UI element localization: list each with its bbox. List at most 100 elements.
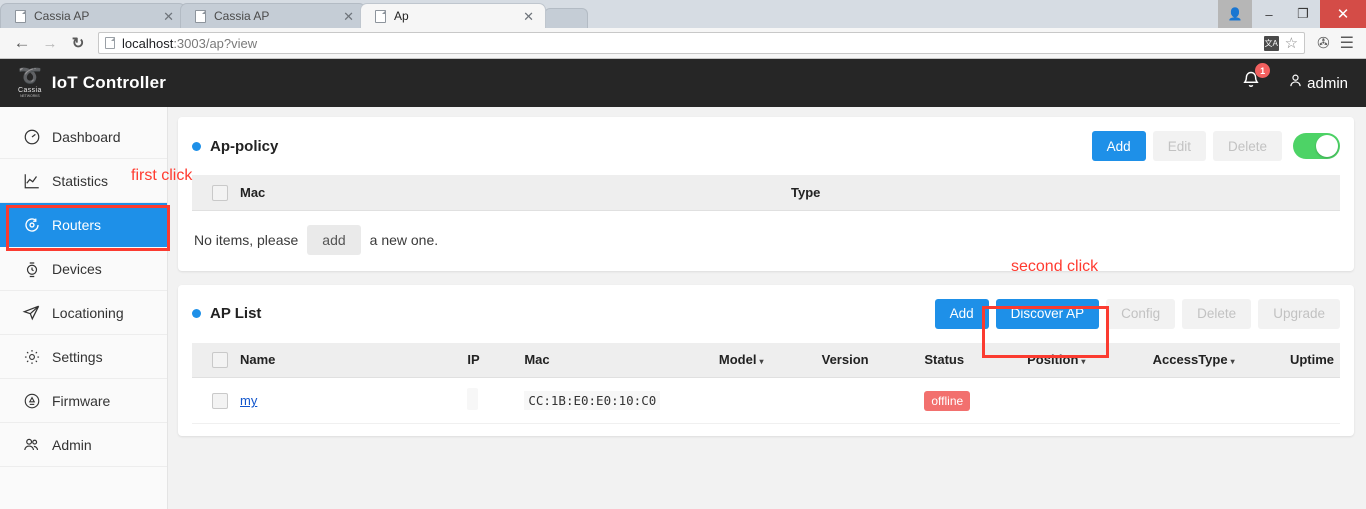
- user-name: admin: [1307, 74, 1348, 92]
- url-host: localhost: [122, 35, 174, 51]
- sidebar-item-statistics[interactable]: Statistics: [0, 159, 167, 203]
- sidebar-item-dashboard[interactable]: Dashboard: [0, 115, 167, 159]
- column-header-position[interactable]: Position ▾: [1021, 342, 1147, 379]
- ap-list-add-button[interactable]: Add: [934, 298, 989, 329]
- column-header-accesstype[interactable]: AccessType ▾: [1146, 342, 1284, 379]
- ap-policy-empty-state: No items, please add a new one.: [192, 211, 1340, 259]
- extension-icon[interactable]: ✇: [1317, 34, 1330, 52]
- empty-state-prefix: No items, please: [194, 231, 299, 248]
- ap-policy-inline-add-button[interactable]: add: [307, 224, 361, 255]
- ap-list-table: Name IP Mac Model ▾ Version Status Positi…: [192, 342, 1340, 425]
- page-info-icon: [105, 37, 115, 49]
- ap-list-delete-button[interactable]: Delete: [1182, 298, 1252, 329]
- browser-menu-icon[interactable]: ☰: [1336, 33, 1358, 53]
- ap-policy-actions: Add Edit Delete: [1091, 131, 1340, 161]
- column-header-mac[interactable]: Mac: [234, 175, 786, 211]
- forward-icon[interactable]: →: [36, 29, 64, 57]
- ap-policy-header: Ap-policy Add Edit Delete: [192, 131, 1340, 161]
- close-icon[interactable]: ✕: [520, 10, 537, 23]
- sidebar-item-firmware[interactable]: Firmware: [0, 379, 167, 423]
- close-window-icon[interactable]: ✕: [1320, 0, 1366, 28]
- cell-name: my: [234, 377, 462, 425]
- tab-title: Ap: [394, 9, 409, 23]
- logo-mark-icon: ➰: [18, 66, 42, 88]
- users-icon: [22, 435, 41, 454]
- sidebar: Dashboard Statistics Routers Devices Loc…: [0, 107, 168, 509]
- translate-icon[interactable]: 文A: [1263, 35, 1279, 51]
- app-header: ➰ Cassia NETWORKS IoT Controller 1 admin: [0, 59, 1366, 107]
- column-header-model[interactable]: Model ▾: [712, 342, 816, 379]
- ap-policy-edit-button[interactable]: Edit: [1152, 131, 1206, 161]
- ap-list-panel: AP List Add Discover AP Config Delete Up…: [178, 284, 1354, 437]
- user-menu[interactable]: admin: [1287, 72, 1348, 94]
- omnibox-icons: 文A ☆: [1263, 35, 1298, 51]
- browser-tab-3-active[interactable]: Ap ✕: [360, 3, 546, 28]
- user-icon: [1287, 72, 1304, 94]
- sidebar-item-label: Firmware: [52, 392, 111, 409]
- back-icon[interactable]: ←: [8, 29, 36, 57]
- address-bar[interactable]: localhost :3003/ap?view 文A ☆: [98, 32, 1306, 54]
- ap-policy-add-button[interactable]: Add: [1091, 131, 1146, 161]
- sidebar-item-routers[interactable]: Routers: [0, 203, 167, 247]
- ap-policy-panel: Ap-policy Add Edit Delete Mac Type No it…: [178, 117, 1354, 271]
- column-header-mac[interactable]: Mac: [518, 342, 713, 379]
- column-header-type[interactable]: Type: [785, 175, 1340, 211]
- watch-icon: [22, 259, 41, 278]
- maximize-icon[interactable]: ❐: [1286, 0, 1320, 28]
- profile-icon[interactable]: 👤: [1218, 0, 1252, 28]
- sidebar-item-label: Dashboard: [52, 128, 121, 145]
- ap-list-actions: Add Discover AP Config Delete Upgrade: [934, 298, 1340, 329]
- firmware-icon: [22, 391, 41, 410]
- window-controls: 👤 – ❐ ✕: [1218, 0, 1366, 28]
- minimize-icon[interactable]: –: [1252, 0, 1286, 28]
- column-header-name[interactable]: Name: [234, 342, 462, 379]
- column-header-ip[interactable]: IP: [461, 342, 519, 379]
- new-tab-button[interactable]: [544, 8, 588, 28]
- ap-list-table-body: my CC:1B:E0:E0:10:C0 offline: [192, 377, 1340, 425]
- close-icon[interactable]: ✕: [340, 10, 357, 23]
- ap-policy-delete-button[interactable]: Delete: [1212, 131, 1282, 161]
- logo-subtext: NETWORKS: [20, 94, 40, 99]
- sidebar-item-label: Statistics: [52, 172, 109, 189]
- cell-model: [712, 377, 816, 425]
- column-label: AccessType: [1152, 352, 1228, 368]
- table-header-row: Mac Type: [192, 175, 1340, 211]
- sidebar-item-devices[interactable]: Devices: [0, 247, 167, 291]
- ap-list-upgrade-button[interactable]: Upgrade: [1258, 298, 1340, 329]
- app-body: Dashboard Statistics Routers Devices Loc…: [0, 107, 1366, 509]
- sidebar-item-settings[interactable]: Settings: [0, 335, 167, 379]
- ap-list-config-button[interactable]: Config: [1106, 298, 1176, 329]
- browser-tab-1[interactable]: Cassia AP ✕: [0, 3, 186, 28]
- page-icon: [195, 9, 206, 23]
- select-all-checkbox[interactable]: [212, 352, 228, 369]
- bookmark-star-icon[interactable]: ☆: [1285, 36, 1298, 51]
- header-actions: 1 admin: [1241, 63, 1348, 96]
- tab-title: Cassia AP: [214, 9, 270, 23]
- browser-toolbar: ← → ↻ localhost :3003/ap?view 文A ☆ ✇ ☰: [0, 28, 1366, 59]
- sidebar-item-locationing[interactable]: Locationing: [0, 291, 167, 335]
- discover-ap-button[interactable]: Discover AP: [995, 298, 1100, 329]
- cell-ip: [461, 377, 519, 425]
- main-content: Ap-policy Add Edit Delete Mac Type No it…: [168, 107, 1366, 509]
- column-header-status[interactable]: Status: [918, 342, 1022, 379]
- close-icon[interactable]: ✕: [160, 10, 177, 23]
- table-row[interactable]: my CC:1B:E0:E0:10:C0 offline: [192, 377, 1340, 425]
- column-label: Model: [718, 352, 757, 368]
- row-checkbox[interactable]: [212, 392, 228, 409]
- column-header-uptime[interactable]: Uptime: [1283, 342, 1340, 379]
- ap-policy-toggle[interactable]: [1293, 133, 1340, 159]
- empty-state-suffix: a new one.: [369, 231, 439, 248]
- notifications-button[interactable]: 1: [1241, 63, 1271, 96]
- select-all-header: [192, 175, 234, 211]
- row-select-cell: [192, 377, 234, 425]
- sidebar-item-admin[interactable]: Admin: [0, 423, 167, 467]
- column-header-version[interactable]: Version: [815, 342, 919, 379]
- ap-name-link[interactable]: my: [240, 393, 257, 408]
- browser-tab-2[interactable]: Cassia AP ✕: [180, 3, 366, 28]
- router-ring-icon: [22, 215, 41, 234]
- cell-accesstype: [1146, 377, 1284, 425]
- logo-wordmark: Cassia: [18, 87, 42, 95]
- tab-title: Cassia AP: [34, 9, 90, 23]
- reload-icon[interactable]: ↻: [64, 29, 92, 57]
- select-all-checkbox[interactable]: [212, 184, 228, 201]
